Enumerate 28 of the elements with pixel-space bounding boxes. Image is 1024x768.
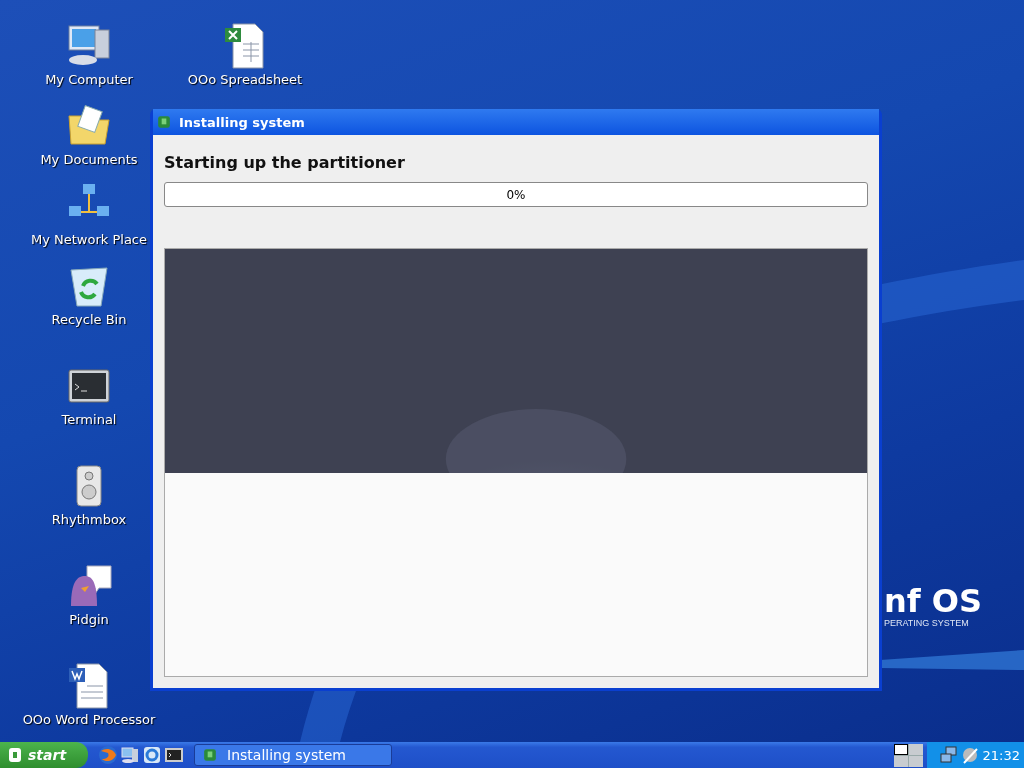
terminal-icon[interactable] [164,745,185,765]
desktop-icon-label[interactable]: OOo Spreadsheet [187,72,303,87]
workspace-cell[interactable] [908,743,923,755]
desktop-icon-label[interactable]: Recycle Bin [51,312,127,327]
wallpaper-logo: nf OS [884,584,983,618]
desktop-icon-label[interactable]: My Computer [45,72,133,87]
taskbar-button[interactable]: Installing system [194,744,393,766]
desktop-icon-label[interactable]: My Network Place [31,232,147,247]
step-heading: Starting up the partitioner [164,153,406,172]
workspace-cell[interactable] [893,743,908,755]
desktop-icon-label[interactable]: Rhythmbox [51,512,127,527]
network-icon[interactable] [938,745,959,765]
browser-icon[interactable] [142,745,163,765]
workspace-cell[interactable] [893,755,908,767]
app-icon [203,748,218,762]
desktop-icon-label[interactable]: My Documents [40,152,138,167]
browser-icon[interactable] [98,745,119,765]
app-icon [157,115,171,129]
workspace-cell[interactable] [908,755,923,767]
desktop-icon-label[interactable]: Terminal [61,412,117,427]
start-icon [8,747,22,763]
computer-icon[interactable] [120,745,141,765]
volume-icon[interactable] [960,745,981,765]
logo-tagline: PERATING SYSTEM [884,618,970,628]
desktop-icon-label[interactable]: OOo Word Processor [22,712,156,727]
window-title: Installing system [179,114,305,130]
desktop-icon-label[interactable]: Pidgin [69,612,109,627]
progress-reading: 0% [506,187,526,202]
